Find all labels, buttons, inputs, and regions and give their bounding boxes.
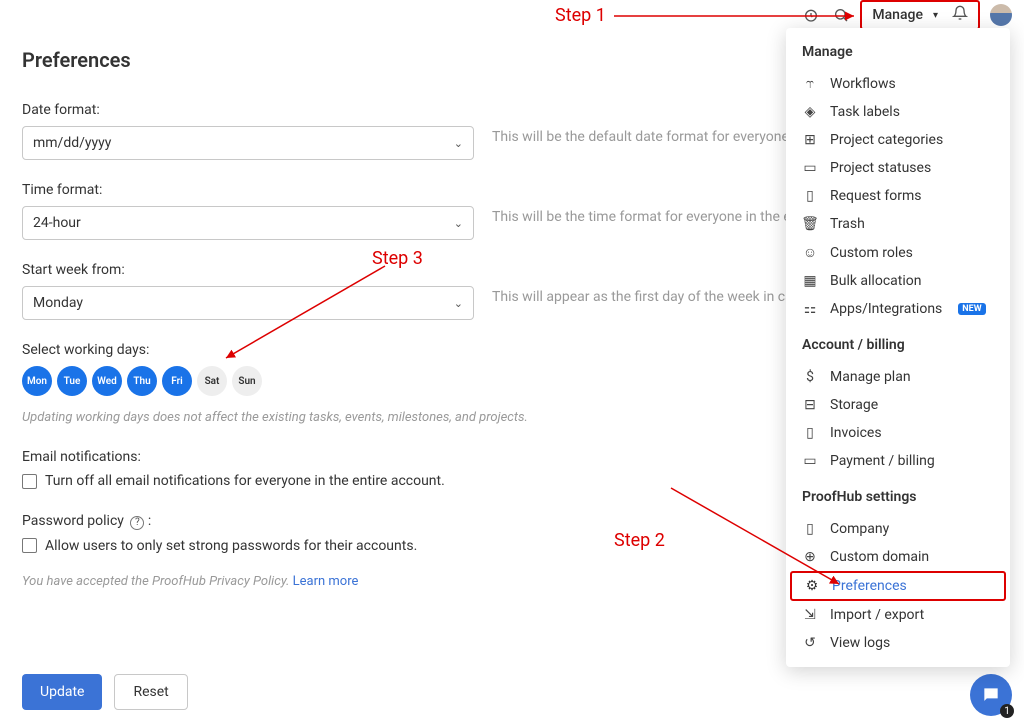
- help-icon[interactable]: ?: [130, 516, 144, 530]
- card-icon: ▭: [802, 453, 818, 469]
- menu-item-project-categories[interactable]: ⊞ Project categories: [786, 126, 1010, 154]
- dollar-icon: $: [802, 369, 818, 385]
- start-week-label: Start week from:: [22, 262, 474, 278]
- menu-item-label: Preferences: [832, 578, 907, 594]
- menu-item-label: Manage plan: [830, 369, 911, 385]
- menu-item-workflows[interactable]: ⥾ Workflows: [786, 70, 1010, 98]
- chevron-down-icon: ⌄: [454, 217, 463, 230]
- avatar[interactable]: [990, 4, 1012, 26]
- menu-item-label: Project categories: [830, 132, 943, 148]
- time-format-value: 24-hour: [33, 215, 81, 231]
- date-format-value: mm/dd/yyyy: [33, 135, 111, 151]
- menu-item-label: Project statuses: [830, 160, 931, 176]
- update-button[interactable]: Update: [22, 674, 102, 710]
- time-format-select[interactable]: 24-hour ⌄: [22, 206, 474, 240]
- day-toggle-tue[interactable]: Tue: [57, 366, 87, 396]
- menu-item-label: Storage: [830, 397, 878, 413]
- chevron-down-icon: ⌄: [454, 297, 463, 310]
- menu-item-view-logs[interactable]: ↺ View logs: [786, 629, 1010, 657]
- search-icon[interactable]: [832, 6, 850, 24]
- calendar-icon: ▦: [802, 273, 818, 289]
- building-icon: ▯: [802, 521, 818, 537]
- menu-item-label: Bulk allocation: [830, 273, 921, 289]
- grid-icon: ⊞: [802, 132, 818, 148]
- timer-icon[interactable]: [802, 6, 820, 24]
- menu-item-label: Trash: [830, 216, 865, 232]
- manage-dropdown-button[interactable]: Manage ▾: [860, 0, 980, 30]
- workflow-icon: ⥾: [802, 76, 818, 92]
- menu-item-manage-plan[interactable]: $ Manage plan: [786, 363, 1010, 391]
- time-format-label: Time format:: [22, 182, 474, 198]
- invoice-icon: ▯: [802, 425, 818, 441]
- gear-icon: ⚙: [804, 578, 820, 594]
- day-toggle-thu[interactable]: Thu: [127, 366, 157, 396]
- menu-item-apps-integrations[interactable]: ⚏ Apps/Integrations NEW: [786, 295, 1010, 323]
- day-toggle-wed[interactable]: Wed: [92, 366, 122, 396]
- person-icon: ☺: [802, 244, 818, 261]
- menu-item-payment-billing[interactable]: ▭ Payment / billing: [786, 447, 1010, 475]
- menu-item-label: Apps/Integrations: [830, 301, 942, 317]
- import-icon: ⇲: [802, 607, 818, 623]
- menu-item-label: Custom domain: [830, 549, 929, 565]
- menu-item-custom-domain[interactable]: ⊕ Custom domain: [786, 543, 1010, 571]
- menu-item-trash[interactable]: 🗑 Trash: [786, 210, 1010, 238]
- bell-icon[interactable]: [952, 5, 968, 25]
- menu-item-label: View logs: [830, 635, 890, 651]
- chevron-down-icon: ▾: [933, 10, 938, 21]
- menu-item-import-export[interactable]: ⇲ Import / export: [786, 601, 1010, 629]
- email-off-checkbox[interactable]: [22, 474, 37, 489]
- start-week-select[interactable]: Monday ⌄: [22, 286, 474, 320]
- menu-item-label: Task labels: [830, 104, 900, 120]
- menu-item-preferences[interactable]: ⚙ Preferences: [790, 571, 1006, 601]
- menu-item-request-forms[interactable]: ▯ Request forms: [786, 182, 1010, 210]
- date-format-label: Date format:: [22, 102, 474, 118]
- menu-item-task-labels[interactable]: ◈ Task labels: [786, 98, 1010, 126]
- chat-fab[interactable]: [970, 674, 1012, 716]
- strong-password-checkbox[interactable]: [22, 538, 37, 553]
- day-toggle-sun[interactable]: Sun: [232, 366, 262, 396]
- menu-header: ProofHub settings: [786, 487, 1010, 515]
- menu-header: Account / billing: [786, 335, 1010, 363]
- tag-icon: ◈: [802, 104, 818, 120]
- menu-item-project-statuses[interactable]: ▭ Project statuses: [786, 154, 1010, 182]
- manage-label: Manage: [872, 7, 923, 23]
- globe-icon: ⊕: [802, 549, 818, 565]
- chevron-down-icon: ⌄: [454, 137, 463, 150]
- strong-password-text: Allow users to only set strong passwords…: [45, 538, 417, 554]
- reset-button[interactable]: Reset: [114, 674, 187, 710]
- trash-icon: 🗑: [802, 216, 818, 232]
- storage-icon: ⊟: [802, 397, 818, 413]
- start-week-value: Monday: [33, 295, 83, 311]
- new-badge: NEW: [958, 303, 985, 315]
- email-off-text: Turn off all email notifications for eve…: [45, 473, 445, 489]
- manage-menu: Manage ⥾ Workflows ◈ Task labels ⊞ Project cat…: [786, 28, 1010, 667]
- topbar: Manage ▾: [0, 0, 1024, 30]
- menu-item-label: Custom roles: [830, 245, 913, 261]
- menu-item-label: Import / export: [830, 607, 924, 623]
- history-icon: ↺: [802, 635, 818, 651]
- menu-item-storage[interactable]: ⊟ Storage: [786, 391, 1010, 419]
- menu-item-label: Company: [830, 521, 889, 537]
- day-toggle-sat[interactable]: Sat: [197, 366, 227, 396]
- folder-icon: ▭: [802, 160, 818, 176]
- menu-item-label: Request forms: [830, 188, 922, 204]
- menu-item-label: Payment / billing: [830, 453, 935, 469]
- menu-item-custom-roles[interactable]: ☺ Custom roles: [786, 238, 1010, 267]
- menu-item-invoices[interactable]: ▯ Invoices: [786, 419, 1010, 447]
- date-format-select[interactable]: mm/dd/yyyy ⌄: [22, 126, 474, 160]
- menu-item-bulk-allocation[interactable]: ▦ Bulk allocation: [786, 267, 1010, 295]
- apps-icon: ⚏: [802, 301, 818, 317]
- clipboard-icon: ▯: [802, 188, 818, 204]
- learn-more-link[interactable]: Learn more: [293, 574, 359, 589]
- day-toggle-fri[interactable]: Fri: [162, 366, 192, 396]
- day-toggle-mon[interactable]: Mon: [22, 366, 52, 396]
- menu-header: Manage: [786, 42, 1010, 70]
- menu-item-label: Workflows: [830, 76, 896, 92]
- menu-item-company[interactable]: ▯ Company: [786, 515, 1010, 543]
- menu-item-label: Invoices: [830, 425, 882, 441]
